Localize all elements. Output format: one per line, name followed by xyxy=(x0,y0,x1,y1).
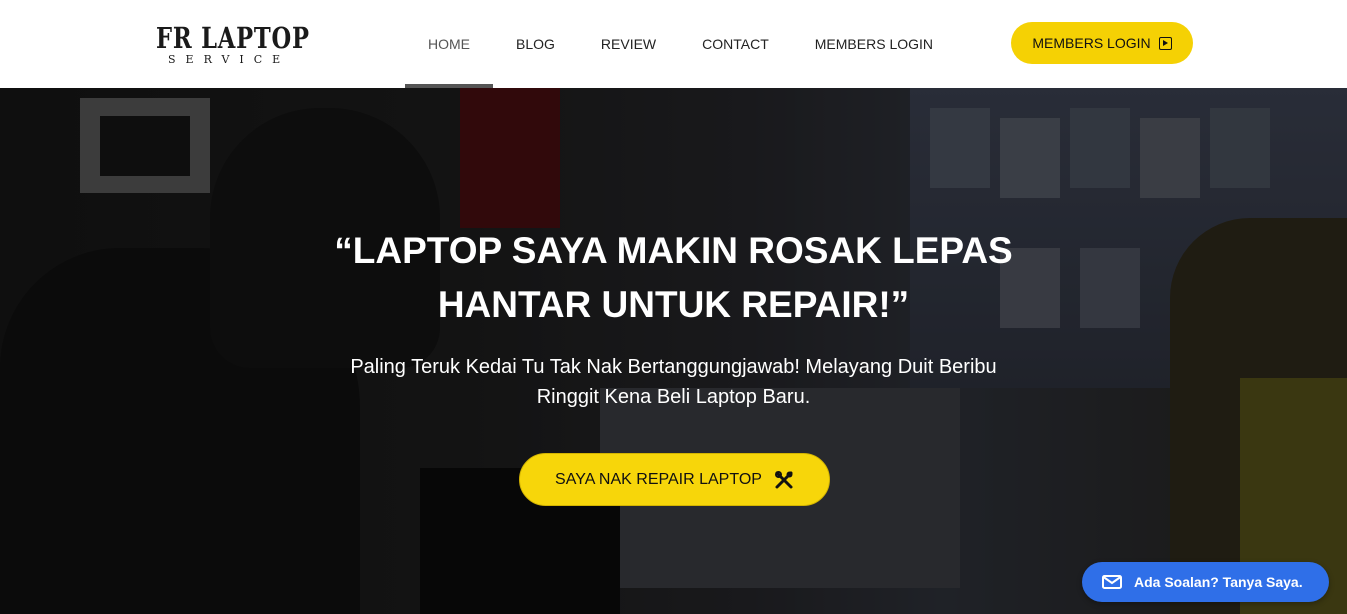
hero-subheadline-line-2: Ringgit Kena Beli Laptop Baru. xyxy=(536,386,811,408)
site-logo[interactable]: FR FR LAPTOP SERVICE xyxy=(148,16,348,72)
chat-button-label: Ada Soalan? Tanya Saya. xyxy=(1134,574,1303,590)
hero-section: “LAPTOP SAYA MAKIN ROSAK LEPAS HANTAR UN… xyxy=(0,88,1347,614)
members-login-button[interactable]: MEMBERS LOGIN xyxy=(1011,22,1193,64)
nav-item-review[interactable]: REVIEW xyxy=(578,0,679,88)
mail-icon xyxy=(1102,575,1122,589)
hero-overlay xyxy=(0,88,1347,614)
nav-item-home[interactable]: HOME xyxy=(405,0,493,88)
site-header: FR FR LAPTOP SERVICE HOME BLOG REVIEW CO… xyxy=(0,0,1347,88)
hero-headline-line-2: HANTAR UNTUK REPAIR!” xyxy=(437,284,910,325)
hero-headline-line-1: “LAPTOP SAYA MAKIN ROSAK LEPAS xyxy=(334,230,1013,271)
repair-laptop-button[interactable]: SAYA NAK REPAIR LAPTOP xyxy=(519,453,830,506)
logo-subtitle: SERVICE xyxy=(168,53,291,66)
nav-item-contact[interactable]: CONTACT xyxy=(679,0,792,88)
main-nav: HOME BLOG REVIEW CONTACT MEMBERS LOGIN xyxy=(405,0,956,88)
logo-title: FR LAPTOP xyxy=(156,21,310,55)
repair-laptop-label: SAYA NAK REPAIR LAPTOP xyxy=(555,470,762,488)
ask-question-chat-button[interactable]: Ada Soalan? Tanya Saya. xyxy=(1082,562,1329,602)
tools-icon xyxy=(774,470,793,488)
sign-in-icon xyxy=(1158,36,1172,50)
nav-item-blog[interactable]: BLOG xyxy=(493,0,578,88)
nav-item-members-login[interactable]: MEMBERS LOGIN xyxy=(792,0,956,88)
logo-text: FR LAPTOP SERVICE xyxy=(156,22,353,66)
hero-subheadline: Paling Teruk Kedai Tu Tak Nak Bertanggun… xyxy=(0,352,1347,412)
members-login-label: MEMBERS LOGIN xyxy=(1032,35,1151,51)
hero-headline: “LAPTOP SAYA MAKIN ROSAK LEPAS HANTAR UN… xyxy=(0,224,1347,332)
hero-subheadline-line-1: Paling Teruk Kedai Tu Tak Nak Bertanggun… xyxy=(350,356,997,378)
